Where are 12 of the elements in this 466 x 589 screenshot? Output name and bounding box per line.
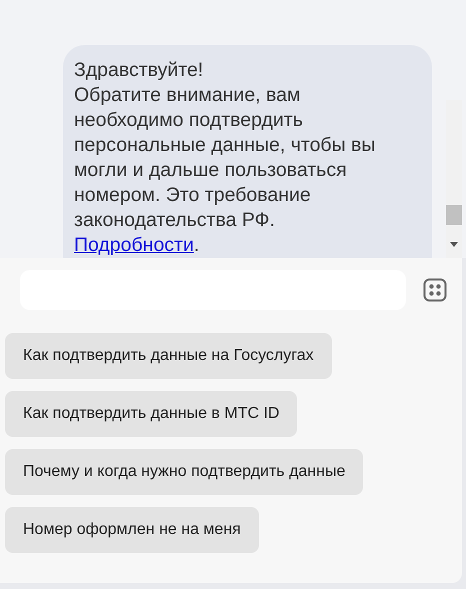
message-greeting: Здравствуйте! [74, 59, 204, 81]
dice-icon[interactable] [423, 278, 447, 302]
suggestion-button[interactable]: Как подтвердить данные на Госуслугах [5, 333, 332, 379]
message-text: Обратите внимание, вам необходимо подтвердить персональные данные, чтобы вы могли и дальше пользоваться номером. Это требование законодательства РФ. [74, 84, 376, 231]
suggestion-button[interactable]: Почему и когда нужно подтвердить данные [5, 449, 364, 495]
scrollbar-thumb[interactable] [446, 205, 462, 225]
message-text: . [194, 234, 200, 256]
scroll-down-arrow-icon[interactable] [450, 242, 458, 247]
details-link[interactable]: Подробности [74, 234, 194, 256]
suggestion-button[interactable]: Номер оформлен не на меня [5, 507, 259, 553]
suggestion-button[interactable]: Как подтвердить данные в МТС ID [5, 391, 298, 437]
scrollbar[interactable] [446, 100, 462, 258]
